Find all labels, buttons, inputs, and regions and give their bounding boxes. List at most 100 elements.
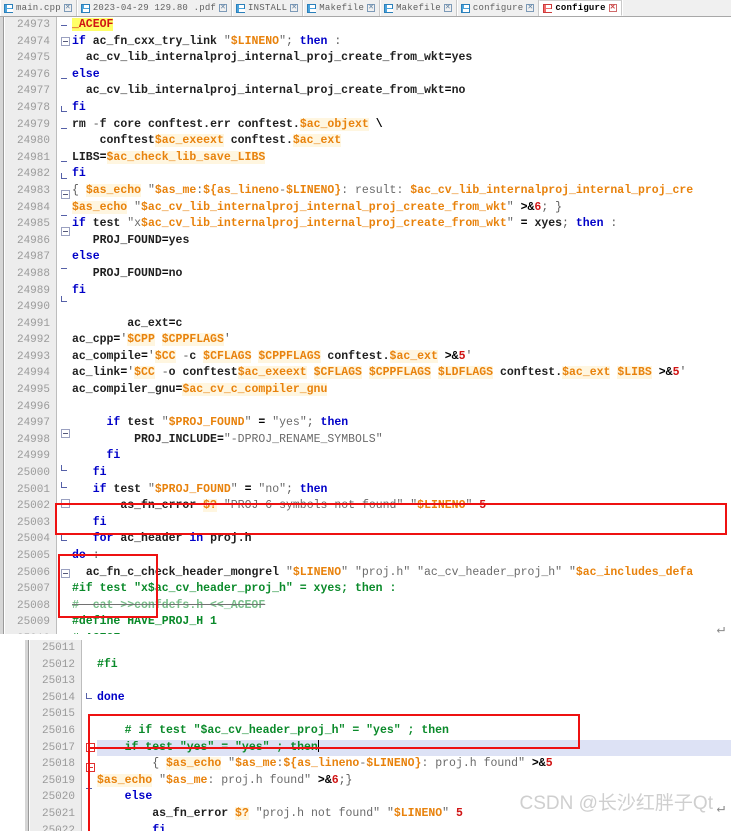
- code-area-bottom[interactable]: #fi done # if test "$ac_cv_header_proj_h"…: [97, 640, 731, 831]
- editor-pane-bottom[interactable]: 25011 25012 25013 25014 25015 25016 25017 25018…: [0, 640, 731, 831]
- fold-cell[interactable]: [83, 706, 97, 723]
- fold-cell[interactable]: [58, 499, 72, 516]
- tab-install[interactable]: INSTALL ✕: [232, 0, 304, 16]
- code-line[interactable]: $as_echo "$ac_cv_lib_internalproj_intern…: [72, 200, 731, 217]
- fold-collapse-icon[interactable]: [60, 189, 70, 199]
- fold-cell[interactable]: [58, 429, 72, 446]
- fold-cell[interactable]: [83, 780, 97, 797]
- code-line[interactable]: _ACEOF: [72, 17, 731, 34]
- fold-cell[interactable]: [58, 170, 72, 187]
- code-line[interactable]: else: [72, 249, 731, 266]
- code-line[interactable]: else: [72, 67, 731, 84]
- code-line[interactable]: else: [97, 789, 731, 806]
- code-line[interactable]: if test "$PROJ_FOUND" = "yes"; then: [72, 415, 731, 432]
- code-line[interactable]: PROJ_FOUND=yes: [72, 233, 731, 250]
- code-line[interactable]: done: [97, 690, 731, 707]
- code-line[interactable]: ac_cv_lib_internalproj_internal_proj_cre…: [72, 83, 731, 100]
- tab-configure-2-active[interactable]: configure ✕: [539, 0, 622, 16]
- fold-cell[interactable]: [58, 326, 72, 343]
- fold-collapse-icon[interactable]: [60, 499, 70, 509]
- fold-cell[interactable]: [58, 293, 72, 310]
- code-line[interactable]: fi: [72, 283, 731, 300]
- fold-collapse-icon[interactable]: [60, 226, 70, 236]
- fold-cell[interactable]: [83, 796, 97, 813]
- code-line[interactable]: [97, 640, 731, 657]
- fold-cell[interactable]: [58, 37, 72, 54]
- code-line[interactable]: ac_link='$CC -o conftest$ac_exeext $CFLA…: [72, 365, 731, 382]
- close-icon[interactable]: ✕: [219, 4, 228, 12]
- code-line[interactable]: do :: [72, 548, 731, 565]
- code-line[interactable]: as_fn_error $? "PROJ 6 symbols not found…: [72, 498, 731, 515]
- code-line[interactable]: fi: [72, 448, 731, 465]
- fold-collapse-icon[interactable]: [85, 743, 95, 753]
- code-line[interactable]: fi: [72, 100, 731, 117]
- tab-makefile-2[interactable]: Makefile ✕: [380, 0, 457, 16]
- fold-cell[interactable]: [58, 137, 72, 154]
- code-area-top[interactable]: _ACEOF if ac_fn_cxx_try_link "$LINENO"; t…: [72, 17, 731, 634]
- fold-cell[interactable]: [58, 446, 72, 463]
- fold-cell[interactable]: [58, 376, 72, 393]
- close-icon[interactable]: ✕: [367, 4, 376, 12]
- fold-cell[interactable]: [58, 393, 72, 410]
- code-line[interactable]: $as_echo "$as_me: proj.h found" >&6;}: [97, 773, 731, 790]
- fold-cell[interactable]: [58, 479, 72, 496]
- fold-cell[interactable]: [58, 153, 72, 170]
- close-icon[interactable]: ✕: [608, 4, 617, 12]
- code-line[interactable]: if test "yes" = "yes" ; then: [97, 739, 731, 757]
- fold-cell[interactable]: [58, 310, 72, 327]
- code-line[interactable]: rm -f core conftest.err conftest.$ac_obj…: [72, 117, 731, 134]
- fold-marker-column-top[interactable]: [58, 17, 72, 634]
- code-line[interactable]: PROJ_FOUND=no: [72, 266, 731, 283]
- code-line[interactable]: [72, 399, 731, 416]
- code-line[interactable]: #fi: [97, 657, 731, 674]
- code-line[interactable]: ac_compile='$CC -c $CFLAGS $CPPFLAGS con…: [72, 349, 731, 366]
- code-line[interactable]: [72, 299, 731, 316]
- close-icon[interactable]: ✕: [63, 4, 72, 12]
- fold-cell[interactable]: [58, 17, 72, 34]
- code-line[interactable]: ac_cpp='$CPP $CPPFLAGS': [72, 332, 731, 349]
- code-line[interactable]: if test "$PROJ_FOUND" = "no"; then: [72, 482, 731, 499]
- fold-cell[interactable]: [58, 226, 72, 244]
- code-line[interactable]: [97, 706, 731, 723]
- fold-marker-column-bottom[interactable]: [83, 640, 97, 831]
- fold-cell[interactable]: [58, 54, 72, 71]
- tab-pdf[interactable]: 2023-04-29 129.80 .pdf ✕: [76, 0, 233, 16]
- code-line[interactable]: ac_compiler_gnu=$ac_cv_c_compiler_gnu: [72, 382, 731, 399]
- code-line[interactable]: for ac_header in proj.h: [72, 531, 731, 548]
- fold-cell[interactable]: [58, 619, 72, 634]
- fold-collapse-icon[interactable]: [60, 569, 70, 578]
- fold-cell[interactable]: [58, 87, 72, 104]
- code-line[interactable]: { $as_echo "$as_me:${as_lineno-$LINENO}:…: [97, 756, 731, 773]
- close-icon[interactable]: ✕: [526, 4, 535, 12]
- fold-cell[interactable]: [58, 276, 72, 293]
- fold-cell[interactable]: [58, 70, 72, 87]
- editor-pane-top[interactable]: 24973 24974 24975 24976 24977 24978 24979 24980…: [0, 17, 731, 634]
- code-line[interactable]: #if test "x$ac_cv_header_proj_h" = xyes;…: [72, 581, 731, 598]
- fold-cell[interactable]: [83, 743, 97, 760]
- fold-cell[interactable]: [83, 723, 97, 740]
- code-line[interactable]: #define HAVE_PROJ_H 1: [72, 614, 731, 631]
- code-line[interactable]: as_fn_error $? "proj.h not found" "$LINE…: [97, 806, 731, 823]
- tab-configure-1[interactable]: configure ✕: [456, 0, 540, 16]
- fold-cell[interactable]: [58, 343, 72, 360]
- code-line[interactable]: ac_fn_c_check_header_mongrel "$LINENO" "…: [72, 565, 731, 582]
- close-icon[interactable]: ✕: [443, 4, 452, 12]
- fold-cell[interactable]: [58, 243, 72, 260]
- code-line[interactable]: if test "x$ac_cv_lib_internalproj_intern…: [72, 216, 731, 233]
- code-line[interactable]: fi: [72, 465, 731, 482]
- fold-cell[interactable]: [58, 549, 72, 566]
- fold-cell[interactable]: [58, 569, 72, 586]
- fold-cell[interactable]: [58, 462, 72, 479]
- fold-cell[interactable]: [58, 120, 72, 137]
- fold-cell[interactable]: [58, 189, 72, 207]
- fold-collapse-icon[interactable]: [60, 429, 70, 439]
- code-line[interactable]: fi: [72, 166, 731, 183]
- tab-makefile-1[interactable]: Makefile ✕: [303, 0, 381, 16]
- code-line[interactable]: { $as_echo "$as_me:${as_lineno-$LINENO}:…: [72, 183, 731, 200]
- fold-cell[interactable]: [83, 673, 97, 690]
- fold-collapse-icon[interactable]: [85, 763, 95, 773]
- tab-main-cpp[interactable]: main.cpp ✕: [0, 0, 77, 16]
- fold-cell[interactable]: [58, 532, 72, 549]
- code-line[interactable]: if ac_fn_cxx_try_link "$LINENO"; then :: [72, 34, 731, 51]
- code-line[interactable]: PROJ_INCLUDE="-DPROJ_RENAME_SYMBOLS": [72, 432, 731, 449]
